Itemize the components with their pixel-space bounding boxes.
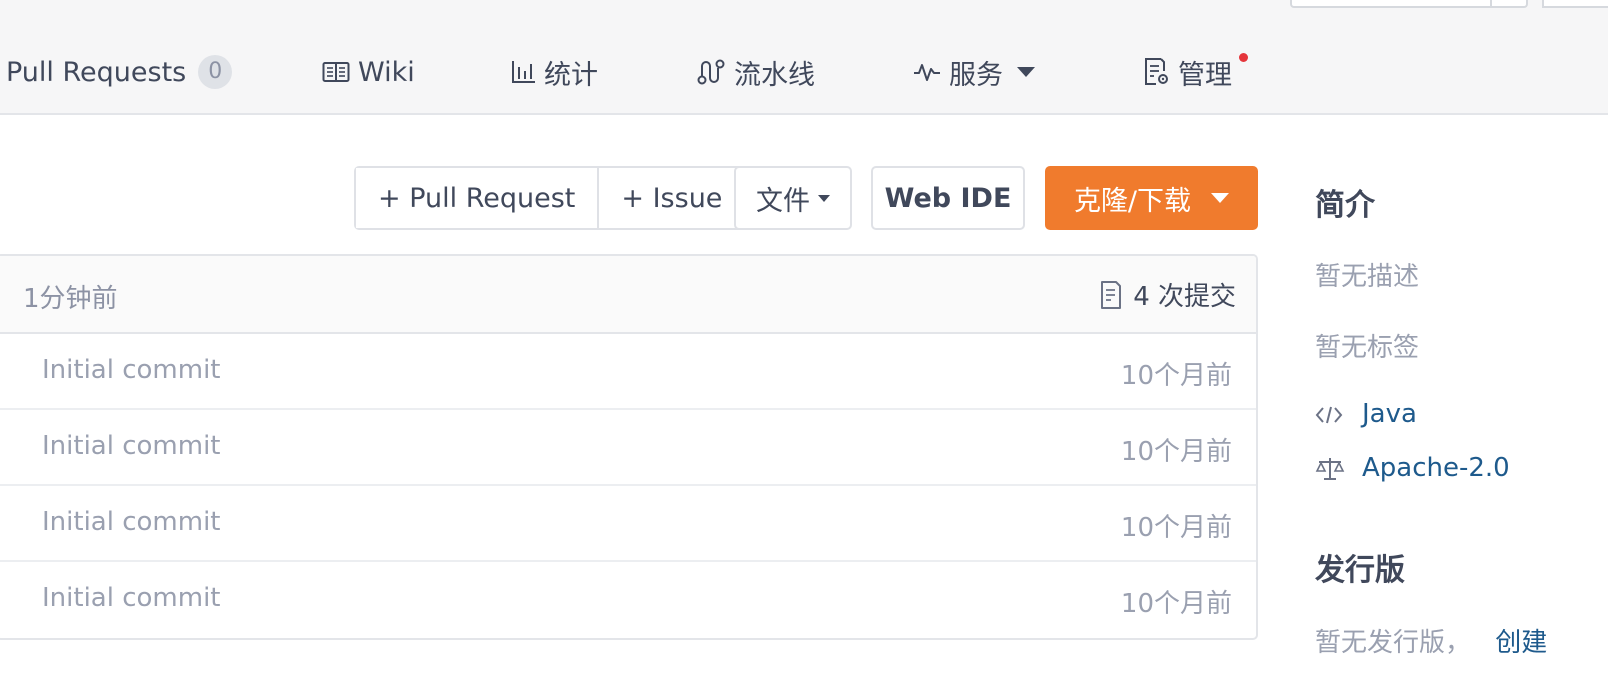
no-releases-label: 暂无发行版， (1315, 628, 1472, 658)
latest-commit-header: 1分钟前 4 次提交 (0, 256, 1256, 334)
language-link[interactable]: Java (1362, 399, 1417, 429)
top-button-edge[interactable] (1542, 0, 1608, 8)
wiki-book-icon (322, 62, 350, 82)
scale-license-icon (1315, 458, 1345, 480)
releases-heading: 发行版 (1315, 553, 1405, 588)
list-item: Initial commit 10个月前 (0, 410, 1256, 486)
new-pull-request-button[interactable]: + Pull Request (356, 168, 598, 228)
files-button-label: 文件 (756, 185, 810, 217)
tab-pipeline-label: 流水线 (734, 59, 815, 91)
code-icon (1315, 406, 1343, 424)
commit-time: 10个月前 (1120, 513, 1232, 543)
no-description-text: 暂无描述 (1315, 262, 1420, 292)
notification-dot (1239, 53, 1248, 62)
commit-message-link[interactable]: Initial commit (42, 507, 220, 537)
tab-manage[interactable]: 管理 (1142, 50, 1232, 94)
license-link[interactable]: Apache-2.0 (1362, 453, 1510, 483)
pulse-icon (914, 64, 940, 81)
pipeline-icon (697, 59, 725, 85)
commit-time: 10个月前 (1120, 361, 1232, 391)
clone-download-button[interactable]: 克隆/下载 (1045, 166, 1258, 230)
tab-statistics[interactable]: 统计 (510, 50, 598, 94)
new-issue-button[interactable]: + Issue (597, 168, 745, 228)
web-ide-button[interactable]: Web IDE (871, 166, 1025, 230)
repo-nav-bar: Pull Requests 0 Wiki 统计 流水线 服务 管理 (0, 0, 1608, 115)
create-button-group: + Pull Request + Issue (354, 166, 747, 230)
tab-wiki[interactable]: Wiki (322, 50, 415, 94)
tab-manage-label: 管理 (1178, 59, 1232, 91)
commits-count-label: 4 次提交 (1133, 282, 1236, 312)
tab-pipeline[interactable]: 流水线 (696, 50, 815, 94)
tab-services[interactable]: 服务 (913, 50, 1035, 94)
tab-services-label: 服务 (949, 59, 1003, 91)
pull-requests-count-badge: 0 (198, 55, 233, 89)
list-item: Initial commit 10个月前 (0, 486, 1256, 562)
commit-message-link[interactable]: Initial commit (42, 355, 220, 385)
last-updated-time: 1分钟前 (23, 284, 118, 314)
commit-message-link[interactable]: Initial commit (42, 431, 220, 461)
clone-download-label: 克隆/下载 (1073, 185, 1192, 217)
intro-heading: 简介 (1315, 188, 1375, 223)
no-tags-text: 暂无标签 (1315, 333, 1420, 363)
list-item: Initial commit 10个月前 (0, 334, 1256, 410)
no-releases-text: 暂无发行版， 创建 (1315, 622, 1547, 659)
list-item: Initial commit 10个月前 (0, 562, 1256, 638)
tab-pull-requests-label: Pull Requests (6, 56, 187, 88)
commits-link[interactable]: 4 次提交 (1099, 276, 1236, 313)
chevron-down-icon (1017, 67, 1035, 77)
commit-message-link[interactable]: Initial commit (42, 583, 220, 613)
caret-down-icon (1211, 193, 1230, 203)
tab-wiki-label: Wiki (358, 56, 415, 88)
caret-down-icon (818, 194, 830, 202)
bar-chart-icon (512, 61, 535, 83)
files-dropdown-button[interactable]: 文件 (734, 166, 852, 230)
file-list-panel: 1分钟前 4 次提交 Initial commit 10个月前 Initial … (0, 254, 1258, 640)
commit-list-icon (1101, 280, 1122, 309)
settings-doc-icon (1145, 58, 1168, 85)
tab-pull-requests[interactable]: Pull Requests 0 (6, 50, 233, 94)
top-search-box-edge[interactable] (1290, 0, 1528, 8)
tab-statistics-label: 统计 (544, 59, 598, 91)
commit-time: 10个月前 (1120, 589, 1232, 619)
commit-time: 10个月前 (1120, 437, 1232, 467)
create-release-link[interactable]: 创建 (1495, 628, 1547, 658)
